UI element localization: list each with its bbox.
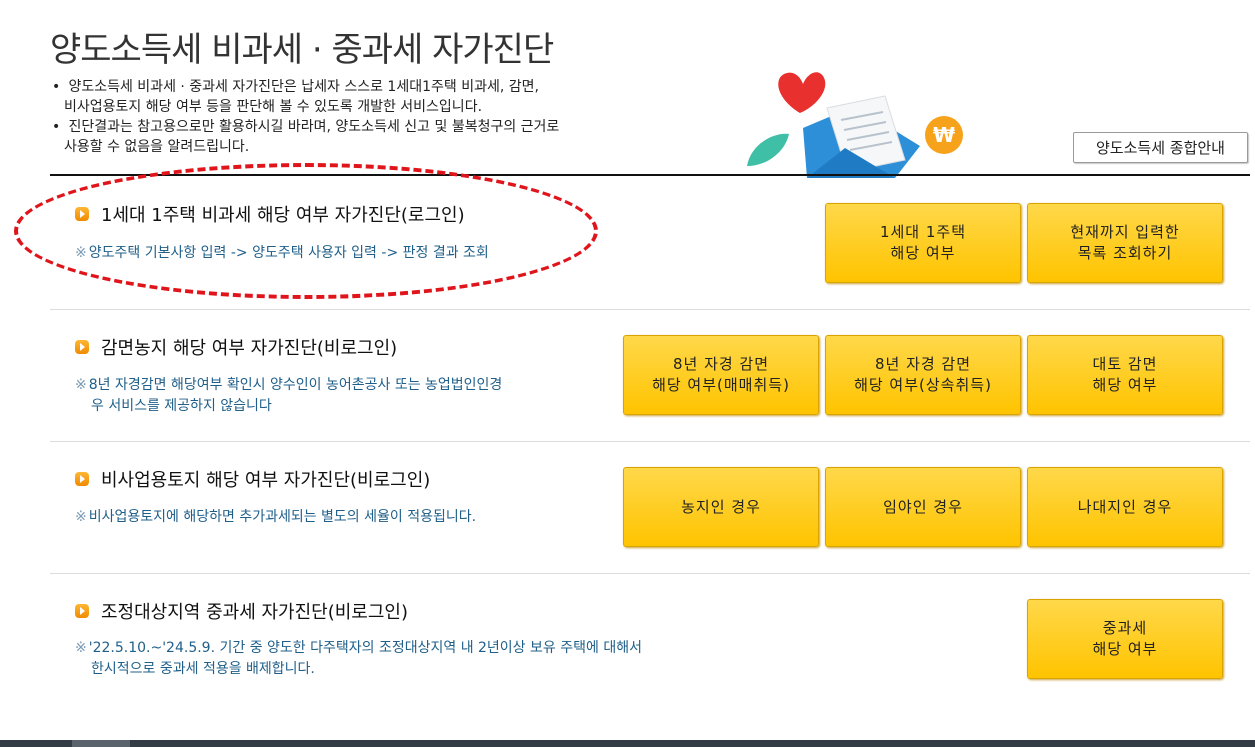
section-note-heavy-tax: ※ '22.5.10.~'24.5.9. 기간 중 양도한 다주택자의 조정대상지… (75, 640, 642, 677)
section-heading-nonbusiness-land: 비사업용토지 해당 여부 자가진단(비로그인) (75, 466, 430, 492)
arrow-bullet-icon (75, 207, 89, 221)
section-divider (50, 309, 1250, 310)
section-heading-heavy-tax: 조정대상지역 중과세 자가진단(비로그인) (75, 598, 408, 624)
arrow-bullet-icon (75, 472, 89, 486)
one-house-eligibility-button[interactable]: 1세대 1주택 해당 여부 (825, 203, 1021, 283)
tax-guide-button[interactable]: 양도소득세 종합안내 (1073, 132, 1248, 163)
farmland-case-button[interactable]: 농지인 경우 (623, 467, 819, 547)
heavy-tax-eligibility-button[interactable]: 중과세 해당 여부 (1027, 599, 1223, 679)
arrow-bullet-icon (75, 604, 89, 618)
page-title: 양도소득세 비과세 · 중과세 자가진단 (50, 30, 554, 70)
svg-text:₩: ₩ (933, 123, 955, 147)
header-illustration: ₩ (747, 72, 963, 178)
section-heading-farmland: 감면농지 해당 여부 자가진단(비로그인) (75, 334, 397, 360)
intro-bullet-2: 진단결과는 참고용으로만 활용하시길 바라며, 양도소득세 신고 및 불복청구의… (50, 117, 690, 157)
highlight-annotation (14, 163, 598, 299)
forest-case-button[interactable]: 임야인 경우 (825, 467, 1021, 547)
section-note-farmland: ※ 8년 자경감면 해당여부 확인시 양수인이 농어촌공사 또는 농업법인인경 우… (75, 377, 503, 414)
intro-bullet-1: 양도소득세 비과세 · 중과세 자가진단은 납세자 스스로 1세대1주택 비과세… (50, 77, 690, 117)
land-replacement-button[interactable]: 대토 감면 해당 여부 (1027, 335, 1223, 415)
section-note-nonbusiness-land: ※ 비사업용토지에 해당하면 추가과세되는 별도의 세율이 적용됩니다. (75, 509, 477, 525)
section-note-one-house: ※ 양도주택 기본사항 입력 -> 양도주택 사용자 입력 -> 판정 결과 조회 (75, 245, 489, 261)
section-heading-one-house: 1세대 1주택 비과세 해당 여부 자가진단(로그인) (75, 201, 465, 227)
farmland-inheritance-button[interactable]: 8년 자경 감면 해당 여부(상속취득) (825, 335, 1021, 415)
section-divider (50, 573, 1250, 574)
arrow-bullet-icon (75, 340, 89, 354)
intro-text: 양도소득세 비과세 · 중과세 자가진단은 납세자 스스로 1세대1주택 비과세… (50, 77, 690, 157)
view-entered-list-button[interactable]: 현재까지 입력한 목록 조회하기 (1027, 203, 1223, 283)
farmland-purchase-button[interactable]: 8년 자경 감면 해당 여부(매매취득) (623, 335, 819, 415)
heart-icon (778, 72, 826, 113)
footer-bar (0, 740, 1255, 747)
leaf-icon (747, 133, 789, 166)
won-coin-icon: ₩ (925, 116, 963, 154)
vacant-land-case-button[interactable]: 나대지인 경우 (1027, 467, 1223, 547)
footer-tab[interactable] (72, 740, 130, 747)
envelope-icon (803, 95, 920, 178)
section-divider (50, 441, 1250, 442)
header-divider (50, 174, 1250, 176)
